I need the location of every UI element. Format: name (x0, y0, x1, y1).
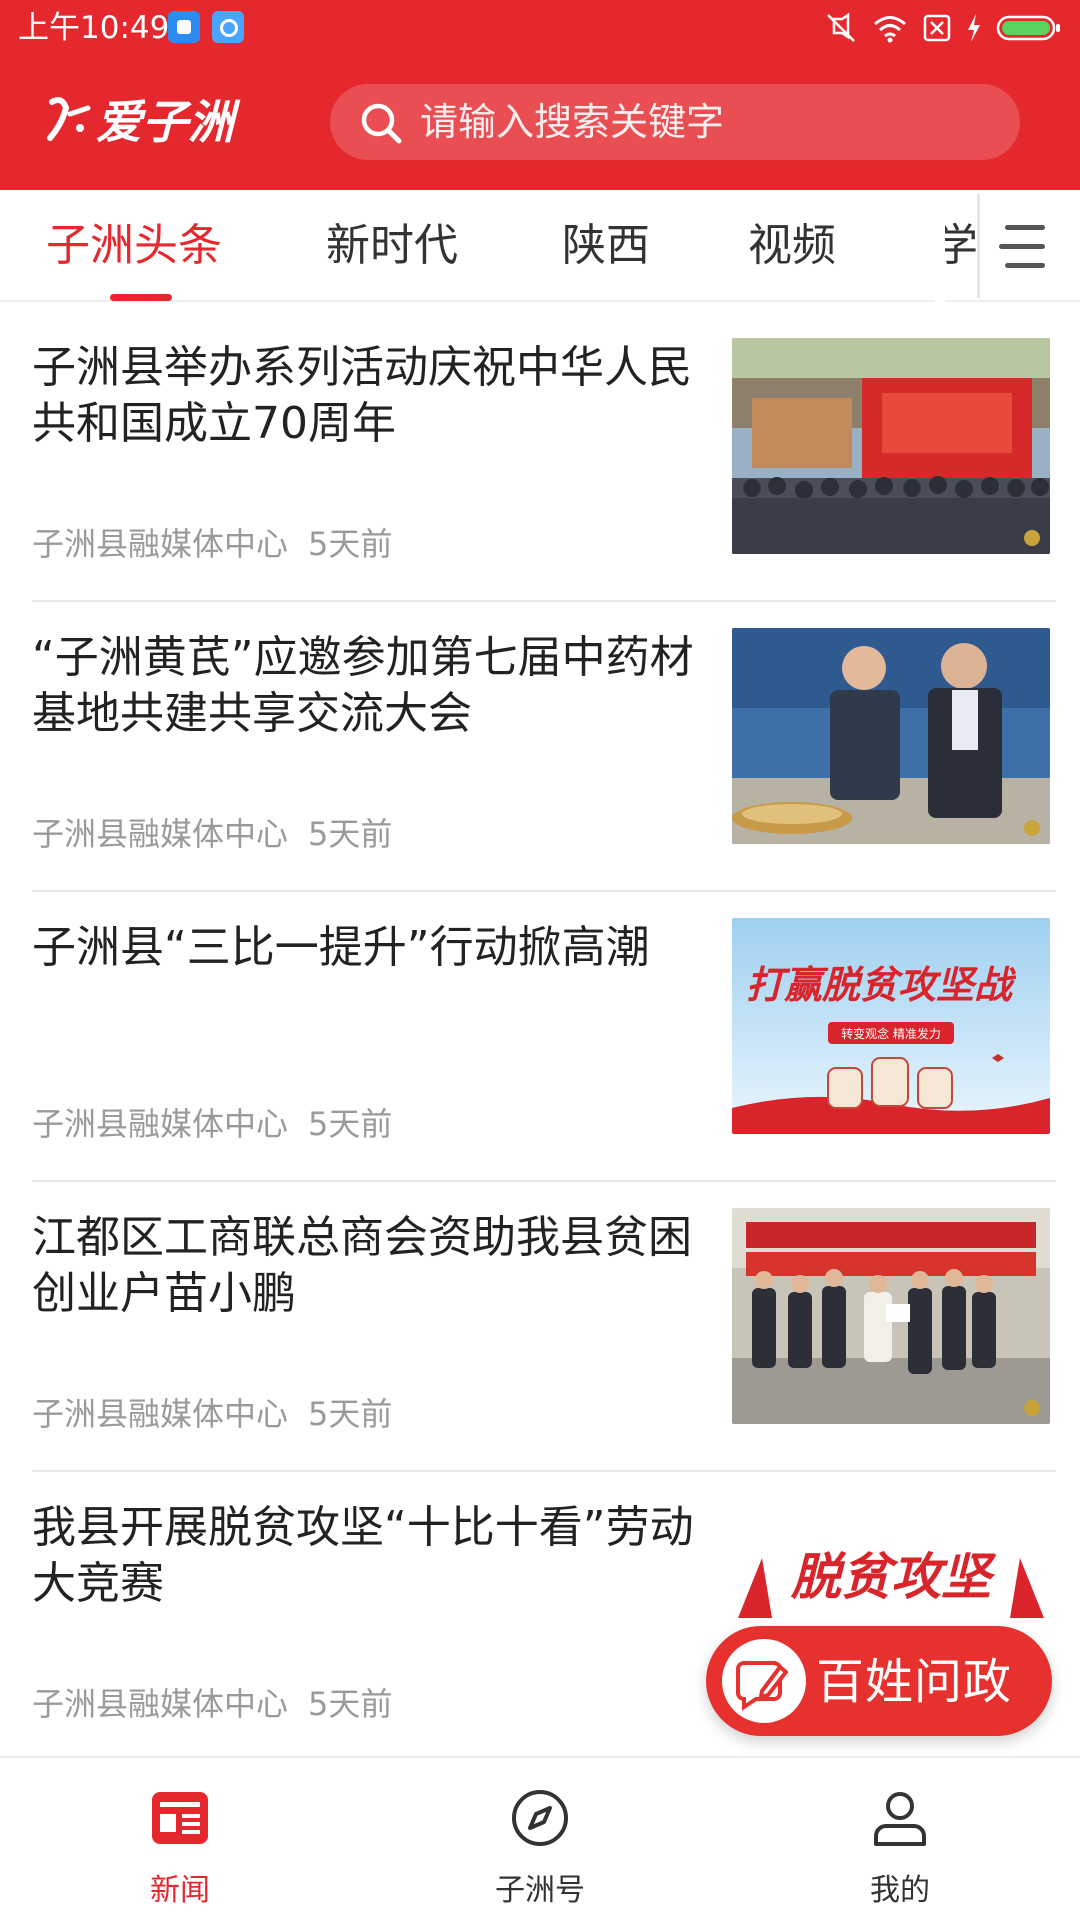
search-bar[interactable]: 请输入搜索关键字 (330, 84, 1020, 160)
news-source: 子洲县融媒体中心 (32, 1685, 289, 1723)
nav-mine[interactable]: 我的 (720, 1758, 1080, 1920)
news-title: 我县开展脱贫攻坚“十比十看”劳动大竞赛 (32, 1502, 694, 1609)
nav-label: 我的 (870, 1873, 930, 1908)
celebration-stage-photo (732, 338, 1050, 554)
news-meta: 子洲县融媒体中心 5天前 (32, 1104, 412, 1144)
news-time: 5天前 (308, 815, 393, 853)
status-bar: 上午10:49 (0, 0, 1080, 56)
poverty-campaign-banner: 打赢脱贫攻坚战 转变观念 精准发力 (732, 918, 1050, 1134)
edit-icon (722, 1639, 806, 1723)
news-item[interactable]: 子洲县举办系列活动庆祝中华人民共和国成立70周年 子洲县融媒体中心 5天前 (0, 312, 1080, 602)
status-icons (824, 10, 1062, 46)
tab-shaanxi[interactable]: 陕西 (562, 220, 650, 272)
tab-new-era[interactable]: 新时代 (326, 220, 458, 272)
banner-sub-text: 转变观念 精准发力 (841, 1026, 941, 1041)
notification-app-icon (168, 11, 200, 43)
news-thumbnail: 打赢脱贫攻坚战 转变观念 精准发力 (732, 918, 1050, 1134)
donation-ceremony-photo (732, 1208, 1050, 1424)
news-time: 5天前 (308, 1105, 393, 1143)
logo-text: 爱子洲 (96, 95, 241, 149)
channel-tabs: 子洲头条 新时代 陕西 视频 学 (0, 190, 1080, 302)
news-thumbnail (732, 338, 1050, 554)
search-placeholder: 请输入搜索关键字 (420, 100, 725, 144)
news-time: 5天前 (308, 525, 393, 563)
no-sim-icon (923, 14, 951, 42)
tabs-divider (977, 194, 980, 298)
app-header: 上午10:49 爱子洲 请输入搜索关键字 (0, 0, 1080, 190)
nav-label: 子洲号 (495, 1873, 585, 1908)
tab-video[interactable]: 视频 (748, 220, 836, 272)
tab-headlines[interactable]: 子洲头条 (46, 220, 222, 272)
news-meta: 子洲县融媒体中心 5天前 (32, 1394, 412, 1434)
news-title: 子洲县“三比一提升”行动掀高潮 (32, 922, 650, 973)
nav-label: 新闻 (150, 1873, 210, 1908)
news-icon (152, 1792, 208, 1844)
menu-icon (999, 225, 1045, 268)
news-meta: 子洲县融媒体中心 5天前 (32, 814, 412, 854)
banner-main-text: 打赢脱贫攻坚战 (746, 962, 1017, 1007)
channel-menu-button[interactable] (990, 212, 1060, 282)
news-source: 子洲县融媒体中心 (32, 525, 289, 563)
news-title: “子洲黄芪”应邀参加第七届中药材基地共建共享交流大会 (32, 632, 694, 739)
news-time: 5天前 (308, 1395, 393, 1433)
news-title: 江都区工商联总商会资助我县贫困创业户苗小鹏 (32, 1212, 692, 1319)
app-logo: 爱子洲 (47, 95, 241, 149)
news-thumbnail (732, 628, 1050, 844)
news-item[interactable]: 子洲县“三比一提升”行动掀高潮 子洲县融媒体中心 5天前 打赢脱贫攻坚战 转变观念… (0, 892, 1080, 1182)
nav-news[interactable]: 新闻 (0, 1758, 360, 1920)
nav-zizhou-account[interactable]: 子洲号 (360, 1758, 720, 1920)
mute-icon (827, 13, 855, 42)
tabs-fade (935, 190, 945, 302)
search-icon (361, 103, 402, 144)
news-source: 子洲县融媒体中心 (32, 1105, 289, 1143)
compass-icon (512, 1790, 568, 1846)
news-thumbnail (732, 1208, 1050, 1424)
wifi-icon (874, 16, 906, 43)
banner2-main-text: 脱贫攻坚 (790, 1547, 997, 1606)
expo-booth-photo (732, 628, 1050, 844)
news-time: 5天前 (308, 1685, 393, 1723)
battery-icon (996, 15, 1060, 41)
news-source: 子洲县融媒体中心 (32, 815, 289, 853)
fab-label: 百姓问政 (816, 1654, 1013, 1710)
news-item[interactable]: 江都区工商联总商会资助我县贫困创业户苗小鹏 子洲县融媒体中心 5天前 (0, 1182, 1080, 1472)
news-title: 子洲县举办系列活动庆祝中华人民共和国成立70周年 (32, 342, 692, 449)
active-tab-indicator (110, 294, 172, 301)
news-item[interactable]: “子洲黄芪”应邀参加第七届中药材基地共建共享交流大会 子洲县融媒体中心 5天前 (0, 602, 1080, 892)
citizen-inquiry-button[interactable]: 百姓问政 (706, 1626, 1052, 1736)
news-meta: 子洲县融媒体中心 5天前 (32, 1684, 412, 1724)
status-time: 上午10:49 (18, 10, 170, 46)
user-icon (874, 1792, 926, 1846)
notification-app-icon-2 (212, 11, 244, 43)
charging-icon (968, 14, 980, 42)
bottom-navigation: 新闻 子洲号 我的 (0, 1756, 1080, 1920)
news-meta: 子洲县融媒体中心 5天前 (32, 524, 412, 564)
news-source: 子洲县融媒体中心 (32, 1395, 289, 1433)
